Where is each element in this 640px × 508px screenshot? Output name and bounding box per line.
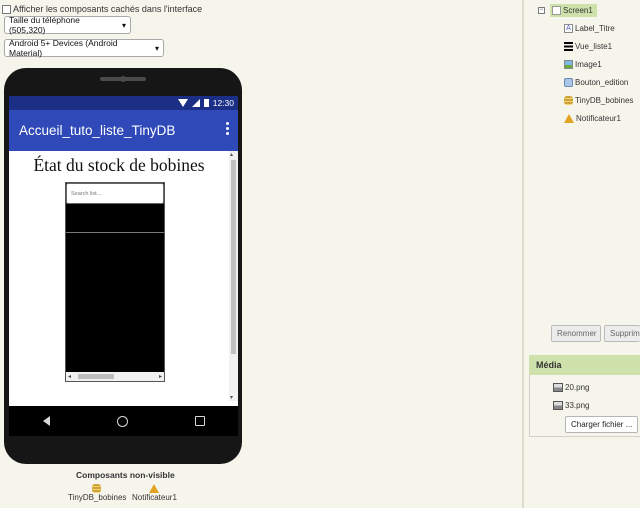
- recent-apps-icon[interactable]: [194, 416, 205, 426]
- viewer-panel: Afficher les composants cachés dans l'in…: [0, 0, 522, 508]
- home-icon[interactable]: [116, 415, 128, 427]
- tree-item-label: Vue_liste1: [575, 42, 613, 51]
- screen-content: État du stock de bobines Search list... …: [9, 151, 238, 431]
- phone-size-select[interactable]: Taille du téléphone (505,320) ▾: [4, 15, 131, 35]
- theme-select[interactable]: Android 5+ Devices (Android Material) ▾: [4, 38, 164, 58]
- tree-item-label-titre[interactable]: A Label_Titre: [564, 24, 615, 33]
- phone-size-value: Taille du téléphone (505,320): [9, 15, 80, 35]
- listview-icon: [564, 42, 573, 51]
- non-visible-notifier[interactable]: Notificateur1: [132, 484, 177, 502]
- app-title: Accueil_tuto_liste_TinyDB: [19, 123, 176, 138]
- hidden-components-label: Afficher les composants cachés dans l'in…: [13, 4, 203, 14]
- chevron-down-icon: ▾: [121, 20, 126, 30]
- tree-item-label: Notificateur1: [576, 114, 621, 123]
- non-visible-tinydb[interactable]: TinyDB_bobines: [68, 484, 126, 502]
- screen1-selected: Screen1: [550, 4, 597, 17]
- image-icon: [564, 60, 573, 69]
- chevron-down-icon: ▾: [154, 43, 159, 53]
- warning-icon: [564, 114, 574, 123]
- overflow-menu-icon[interactable]: [226, 122, 229, 137]
- non-visible-title: Composants non-visible: [76, 470, 175, 480]
- database-icon: [91, 484, 101, 493]
- collapse-icon[interactable]: −: [538, 7, 545, 14]
- warning-icon: [149, 484, 160, 493]
- back-icon[interactable]: [42, 416, 50, 426]
- android-nav-bar: [9, 406, 238, 436]
- tree-item-label: Screen1: [563, 6, 593, 15]
- tree-item-label: Bouton_edition: [575, 78, 629, 87]
- upload-file-button[interactable]: Charger fichier ...: [565, 416, 639, 433]
- image-file-icon: [553, 383, 563, 392]
- image-file-icon: [553, 401, 563, 410]
- tree-item-label: Image1: [575, 60, 602, 69]
- status-time: 12:30: [212, 98, 234, 108]
- status-bar: 12:30: [9, 96, 238, 110]
- wifi-icon: [177, 99, 188, 107]
- screen-icon: [552, 6, 561, 15]
- non-visible-label: TinyDB_bobines: [68, 493, 127, 502]
- scroll-thumb[interactable]: [78, 374, 114, 379]
- app-title-bar: Accueil_tuto_liste_TinyDB: [9, 110, 238, 151]
- media-file[interactable]: 20.png: [553, 383, 589, 392]
- media-file-name: 20.png: [565, 383, 590, 392]
- button-icon: [564, 78, 573, 87]
- list-divider: [66, 232, 164, 233]
- delete-button[interactable]: Supprimer: [604, 325, 640, 342]
- phone-preview: 12:30 Accueil_tuto_liste_TinyDB État du …: [4, 68, 242, 464]
- tree-item-screen1[interactable]: − Screen1: [538, 4, 597, 17]
- tree-item-image1[interactable]: Image1: [564, 60, 602, 69]
- media-file-name: 33.png: [565, 401, 590, 410]
- phone-screen: 12:30 Accueil_tuto_liste_TinyDB État du …: [9, 96, 238, 431]
- horizontal-scrollbar[interactable]: ◂ ▸: [66, 372, 164, 381]
- theme-value: Android 5+ Devices (Android Material): [9, 38, 118, 58]
- scroll-left-icon[interactable]: ◂: [68, 373, 71, 380]
- tree-item-label: Label_Titre: [575, 24, 615, 33]
- tree-item-label: TinyDB_bobines: [575, 96, 634, 105]
- search-input[interactable]: Search list...: [66, 183, 164, 204]
- media-file[interactable]: 33.png: [553, 401, 589, 410]
- scroll-up-icon[interactable]: ▴: [230, 151, 233, 158]
- checkbox[interactable]: [2, 4, 11, 14]
- rename-button[interactable]: Renommer: [551, 325, 601, 342]
- tree-item-notificateur1[interactable]: Notificateur1: [564, 114, 621, 123]
- database-icon: [564, 96, 573, 105]
- tree-item-bouton-edition[interactable]: Bouton_edition: [564, 78, 628, 87]
- vue-liste1[interactable]: Search list... ◂ ▸: [65, 182, 165, 382]
- scroll-thumb[interactable]: [231, 160, 236, 354]
- tree-item-tinydb-bobines[interactable]: TinyDB_bobines: [564, 96, 633, 105]
- scroll-down-icon[interactable]: ▾: [230, 394, 233, 401]
- signal-icon: [191, 99, 200, 107]
- tree-item-vue-liste1[interactable]: Vue_liste1: [564, 42, 612, 51]
- battery-icon: [203, 99, 209, 107]
- label-icon: A: [564, 24, 573, 33]
- vertical-scrollbar[interactable]: ▴ ▾: [229, 151, 238, 401]
- media-header: Média: [529, 355, 640, 375]
- label-titre[interactable]: État du stock de bobines: [9, 155, 229, 176]
- hidden-components-toggle[interactable]: Afficher les composants cachés dans l'in…: [2, 4, 202, 14]
- phone-camera: [120, 76, 126, 82]
- non-visible-label: Notificateur1: [132, 493, 177, 502]
- scroll-right-icon[interactable]: ▸: [159, 373, 162, 380]
